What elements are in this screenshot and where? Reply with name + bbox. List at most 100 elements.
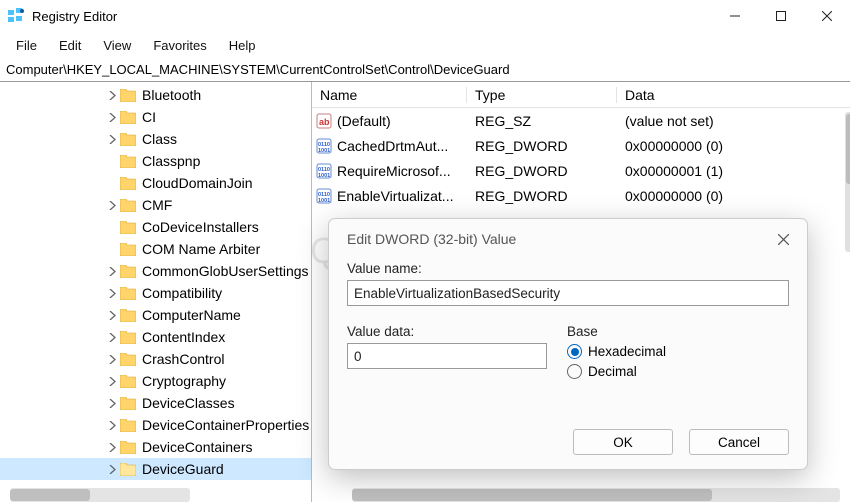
tree-item-label: CoDeviceInstallers [142, 219, 259, 235]
value-type: REG_DWORD [467, 163, 617, 179]
close-button[interactable] [804, 0, 850, 32]
value-data: 0x00000000 (0) [617, 138, 850, 154]
menu-help[interactable]: Help [219, 36, 266, 55]
tree-item-label: Compatibility [142, 285, 222, 301]
dialog-close-button[interactable] [773, 229, 793, 249]
column-header-name[interactable]: Name [312, 87, 467, 103]
expander-icon[interactable] [104, 333, 120, 342]
tree-item-label: ComputerName [142, 307, 241, 323]
scrollbar-thumb[interactable] [352, 489, 712, 501]
tree-item-label: DeviceContainerProperties [142, 417, 309, 433]
value-data-input[interactable] [347, 343, 547, 369]
folder-icon [120, 265, 136, 278]
tree-vertical-scrollbar[interactable] [845, 112, 850, 252]
scrollbar-thumb[interactable] [10, 489, 90, 501]
radio-hexadecimal[interactable]: Hexadecimal [567, 344, 789, 359]
base-label: Base [567, 324, 789, 339]
tree-item[interactable]: CloudDomainJoin [0, 172, 311, 194]
folder-icon [120, 199, 136, 212]
column-header-type[interactable]: Type [467, 87, 617, 103]
values-horizontal-scrollbar[interactable] [352, 488, 840, 502]
tree-item[interactable]: Classpnp [0, 150, 311, 172]
expander-icon[interactable] [104, 135, 120, 144]
expander-icon[interactable] [104, 421, 120, 430]
menu-view[interactable]: View [93, 36, 141, 55]
expander-icon[interactable] [104, 355, 120, 364]
value-data-label: Value data: [347, 324, 547, 339]
menu-favorites[interactable]: Favorites [143, 36, 216, 55]
cancel-button[interactable]: Cancel [689, 429, 789, 455]
values-list: ab(Default)REG_SZ(value not set)01101001… [312, 108, 850, 208]
expander-icon[interactable] [104, 465, 120, 474]
tree-item[interactable]: COM Name Arbiter [0, 238, 311, 260]
value-data: 0x00000001 (1) [617, 163, 850, 179]
radio-icon [567, 364, 582, 379]
radio-label: Hexadecimal [588, 344, 666, 359]
value-row[interactable]: 01101001RequireMicrosof...REG_DWORD0x000… [312, 158, 850, 183]
menubar: File Edit View Favorites Help [0, 32, 850, 58]
radio-decimal[interactable]: Decimal [567, 364, 789, 379]
svg-text:1001: 1001 [318, 148, 330, 154]
tree-item[interactable]: Cryptography [0, 370, 311, 392]
value-row[interactable]: ab(Default)REG_SZ(value not set) [312, 108, 850, 133]
expander-icon[interactable] [104, 113, 120, 122]
folder-icon [120, 155, 136, 168]
expander-icon[interactable] [104, 267, 120, 276]
expander-icon[interactable] [104, 377, 120, 386]
value-row[interactable]: 01101001EnableVirtualizat...REG_DWORD0x0… [312, 183, 850, 208]
menu-file[interactable]: File [6, 36, 47, 55]
value-name-input[interactable] [347, 280, 789, 306]
value-name-label: Value name: [347, 261, 789, 276]
tree-item[interactable]: DeviceContainers [0, 436, 311, 458]
window-controls [712, 0, 850, 32]
expander-icon[interactable] [104, 91, 120, 100]
column-header-data[interactable]: Data [617, 87, 850, 103]
scrollbar-thumb[interactable] [846, 114, 850, 184]
tree-item[interactable]: ComputerName [0, 304, 311, 326]
folder-icon [120, 89, 136, 102]
tree-horizontal-scrollbar[interactable] [10, 488, 190, 502]
value-row[interactable]: 01101001CachedDrtmAut...REG_DWORD0x00000… [312, 133, 850, 158]
tree-item-label: Bluetooth [142, 87, 201, 103]
tree-item-label: Class [142, 131, 177, 147]
folder-icon [120, 397, 136, 410]
tree-item[interactable]: ContentIndex [0, 326, 311, 348]
expander-icon[interactable] [104, 399, 120, 408]
tree-item[interactable]: DeviceGuard [0, 458, 311, 480]
expander-icon[interactable] [104, 311, 120, 320]
tree-item-label: CI [142, 109, 156, 125]
expander-icon[interactable] [104, 443, 120, 452]
tree-item-label: ContentIndex [142, 329, 225, 345]
tree-item[interactable]: DeviceContainerProperties [0, 414, 311, 436]
expander-icon[interactable] [104, 201, 120, 210]
expander-icon[interactable] [104, 289, 120, 298]
menu-edit[interactable]: Edit [49, 36, 91, 55]
tree-item[interactable]: CoDeviceInstallers [0, 216, 311, 238]
tree-item-label: DeviceContainers [142, 439, 253, 455]
tree-item[interactable]: CommonGlobUserSettings [0, 260, 311, 282]
address-bar[interactable]: Computer\HKEY_LOCAL_MACHINE\SYSTEM\Curre… [0, 58, 850, 82]
value-type: REG_SZ [467, 113, 617, 129]
tree-item[interactable]: Class [0, 128, 311, 150]
tree-item[interactable]: CrashControl [0, 348, 311, 370]
folder-icon [120, 419, 136, 432]
window-title: Registry Editor [32, 9, 712, 24]
folder-icon [120, 309, 136, 322]
folder-icon [120, 463, 136, 476]
tree-item-label: DeviceGuard [142, 461, 224, 477]
registry-tree[interactable]: BluetoothCIClassClasspnpCloudDomainJoinC… [0, 82, 311, 480]
maximize-button[interactable] [758, 0, 804, 32]
radio-label: Decimal [588, 364, 637, 379]
ok-button[interactable]: OK [573, 429, 673, 455]
minimize-button[interactable] [712, 0, 758, 32]
edit-dword-dialog: Edit DWORD (32-bit) Value Value name: Va… [328, 218, 808, 470]
tree-item[interactable]: Compatibility [0, 282, 311, 304]
tree-item-label: Cryptography [142, 373, 226, 389]
tree-item[interactable]: CMF [0, 194, 311, 216]
tree-item-label: CommonGlobUserSettings [142, 263, 309, 279]
tree-item[interactable]: CI [0, 106, 311, 128]
tree-item[interactable]: DeviceClasses [0, 392, 311, 414]
list-header: Name Type Data [312, 82, 850, 108]
tree-item-label: DeviceClasses [142, 395, 235, 411]
tree-item[interactable]: Bluetooth [0, 84, 311, 106]
